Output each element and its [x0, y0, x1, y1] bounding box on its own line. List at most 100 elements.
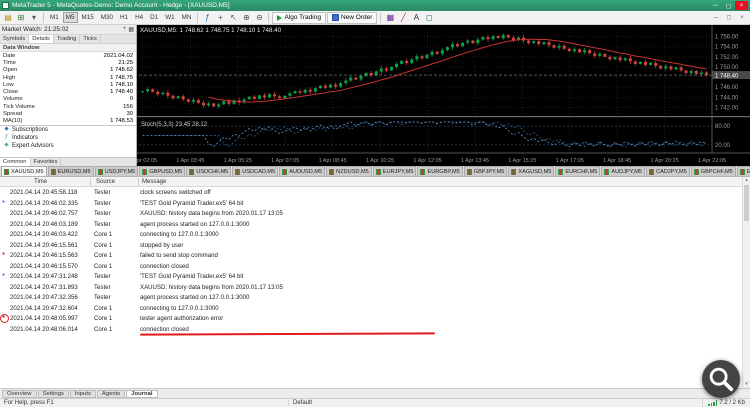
- data-window-row: MA(10)1 748.53: [0, 118, 136, 125]
- journal-row[interactable]: 2021.04.14 20:46:15.570Core 1connection …: [0, 261, 742, 272]
- timeframe-m5[interactable]: M5: [63, 12, 78, 23]
- chart-tab-xagusd-m5[interactable]: XAGUSD,M5: [508, 166, 554, 176]
- toolbox-tab-inputs[interactable]: Inputs: [70, 390, 96, 398]
- new-order-button[interactable]: New Order: [327, 12, 377, 24]
- scrollbar-thumb[interactable]: [744, 185, 749, 221]
- status-profile[interactable]: Default: [288, 400, 358, 406]
- journal-message: XAUUSD: history data begins from 2020.01…: [140, 284, 740, 291]
- chart-tab-xauusd-m5[interactable]: XAUUSD,M5: [1, 166, 47, 176]
- trendline-icon[interactable]: ╱: [397, 12, 409, 23]
- chart-area[interactable]: XAUUSD,M5: 1 748.62 1 748.75 1 748.10 1 …: [137, 25, 750, 166]
- chart-tab-usdcad-m5[interactable]: USDCAD,M5: [232, 166, 278, 176]
- market-watch-tab-details[interactable]: Details: [29, 35, 54, 43]
- journal-row[interactable]: 2021.04.14 20:45:58.118Testerclock scree…: [0, 187, 742, 198]
- chart-tab-nzdusd-m5[interactable]: NZDUSD,M5: [326, 166, 372, 176]
- child-restore-button[interactable]: ◻: [723, 12, 735, 23]
- journal-scrollbar[interactable]: ▴ ▾: [742, 177, 750, 388]
- journal-row[interactable]: 2021.04.14 20:46:15.561Core 1stopped by …: [0, 240, 742, 251]
- play-icon: [277, 15, 282, 21]
- market-watch-tab-ticks[interactable]: Ticks: [80, 35, 100, 43]
- timeframe-w1[interactable]: W1: [162, 12, 177, 23]
- market-watch-icon[interactable]: ▤: [2, 12, 14, 23]
- journal-message: connecting to 127.0.0.1:3000: [140, 305, 740, 312]
- close-button[interactable]: ×: [735, 1, 748, 10]
- toolbox-tab-agents[interactable]: Agents: [97, 390, 125, 398]
- chart-tab-usdjpy-m5[interactable]: USDJPY,M5: [95, 166, 139, 176]
- toolbar-separator: [380, 13, 381, 23]
- timeframe-m30[interactable]: M30: [98, 12, 116, 23]
- chart-tab-eurusd-m5[interactable]: EURUSD,M5: [48, 166, 94, 176]
- symbol-chart-icon[interactable]: ▦: [128, 26, 134, 33]
- timeframe-d1[interactable]: D1: [147, 12, 161, 23]
- toolbar-group-left: ▤⊞▾: [2, 12, 40, 23]
- indicators-icon[interactable]: ƒ: [201, 12, 213, 23]
- add-symbol-icon[interactable]: +: [123, 26, 127, 33]
- toolbox-tab-overview[interactable]: Overview: [2, 390, 37, 398]
- toolbox-tab-journal[interactable]: Journal: [126, 390, 157, 398]
- chart-tab-gbpjpy-m5[interactable]: GBPJPY,M5: [464, 166, 508, 176]
- chart-tab-eurjpy-m5[interactable]: EURJPY,M5: [373, 166, 417, 176]
- scroll-down-icon[interactable]: ▾: [743, 381, 750, 388]
- journal-row[interactable]: 2021.04.14 20:46:03.189Testeragent proce…: [0, 219, 742, 230]
- market-watch-tab-symbols[interactable]: Symbols: [0, 35, 29, 43]
- toolbox-tab-settings[interactable]: Settings: [38, 390, 69, 398]
- connection-bars-icon: [708, 400, 717, 406]
- chart-tab-gbpusd-m5[interactable]: GBPUSD,M5: [139, 166, 185, 176]
- minimize-button[interactable]: ─: [709, 1, 722, 10]
- journal-column-time[interactable]: Time: [34, 179, 47, 185]
- journal-row[interactable]: ●2021.04.14 20:48:05.997Core 1tester age…: [0, 313, 742, 324]
- navigator-item-expert-advisors[interactable]: ◈Expert Advisors: [0, 142, 136, 150]
- navigator-tab-favorites[interactable]: Favorites: [31, 158, 62, 166]
- market-watch-tab-trading[interactable]: Trading: [54, 35, 80, 43]
- crosshair-icon[interactable]: +: [214, 12, 226, 23]
- scroll-up-icon[interactable]: ▴: [743, 177, 750, 184]
- chart-tab-gbpchf-m5[interactable]: GBPCHF,M5: [691, 166, 736, 176]
- chart-tab-audjpy-m5[interactable]: AUDJPY,M5: [601, 166, 645, 176]
- tile-windows-icon[interactable]: ▦: [384, 12, 396, 23]
- chart-tab-label: XAGUSD,M5: [518, 169, 551, 175]
- journal-row[interactable]: ●2021.04.14 20:47:31.248Tester'TEST Gold…: [0, 271, 742, 282]
- chart-tab-eurchf-m5[interactable]: EURCHF,M5: [555, 166, 600, 176]
- journal-column-message[interactable]: Message: [142, 179, 166, 185]
- algo-trading-button[interactable]: Algo Trading: [272, 12, 326, 24]
- journal-row[interactable]: 2021.04.14 20:46:03.422Core 1connecting …: [0, 229, 742, 240]
- svg-text:1 Apr 12:05: 1 Apr 12:05: [413, 158, 441, 164]
- svg-text:1 Apr 13:45: 1 Apr 13:45: [461, 158, 489, 164]
- navigator-item-indicators[interactable]: ƒIndicators: [0, 134, 136, 142]
- chart-tab-audusd-m5[interactable]: AUDUSD,M5: [279, 166, 325, 176]
- navigator-item-subscriptions[interactable]: ◆Subscriptions: [0, 126, 136, 134]
- journal-row[interactable]: 2021.04.14 20:47:32.604Core 1connecting …: [0, 303, 742, 314]
- zoom-out-icon[interactable]: ⊖: [253, 12, 265, 23]
- shapes-icon[interactable]: ◻: [423, 12, 435, 23]
- journal-row[interactable]: ●2021.04.14 20:46:02.335Tester'TEST Gold…: [0, 198, 742, 209]
- chart-tab-cadjpy-m5[interactable]: CADJPY,M5: [646, 166, 690, 176]
- child-minimize-button[interactable]: ─: [710, 12, 722, 23]
- svg-text:1 744.00: 1 744.00: [715, 95, 739, 101]
- chart-tab-usdchf-m5[interactable]: USDCHF,M5: [186, 166, 231, 176]
- child-close-button[interactable]: ×: [736, 12, 748, 23]
- timeframe-m15[interactable]: M15: [79, 12, 97, 23]
- chart-tab-label: USDCHF,M5: [196, 169, 228, 175]
- svg-text:1 Apr 22:05: 1 Apr 22:05: [698, 158, 726, 164]
- journal-row[interactable]: 2021.04.14 20:47:31.893TesterXAUUSD: his…: [0, 282, 742, 293]
- chart-dropdown-icon[interactable]: ▾: [28, 12, 40, 23]
- timeframe-mn[interactable]: MN: [179, 12, 195, 23]
- timeframe-h4[interactable]: H4: [132, 12, 146, 23]
- maximize-button[interactable]: ◻: [722, 1, 735, 10]
- timeframe-h1[interactable]: H1: [117, 12, 131, 23]
- zoom-in-icon[interactable]: ⊕: [240, 12, 252, 23]
- journal-row[interactable]: 2021.04.14 20:46:02.757TesterXAUUSD: his…: [0, 208, 742, 219]
- chart-canvas[interactable]: 1 756.001 754.001 752.001 750.001 748.00…: [137, 25, 750, 166]
- text-label-icon[interactable]: A: [410, 12, 422, 23]
- journal-column-source[interactable]: Source: [96, 179, 115, 185]
- field-value: 1 748.40: [110, 89, 133, 95]
- chart-tab-eurgbp-m5[interactable]: EURGBP,M5: [417, 166, 462, 176]
- navigator-tab-common[interactable]: Common: [0, 158, 31, 166]
- chart-tab-eurcad-m5[interactable]: EURCAD,M5: [737, 166, 750, 176]
- new-chart-icon[interactable]: ⊞: [15, 12, 27, 23]
- timeframe-m1[interactable]: M1: [47, 12, 62, 23]
- journal-row[interactable]: 2021.04.14 20:47:32.356Testeragent proce…: [0, 292, 742, 303]
- cursor-icon[interactable]: ↖: [227, 12, 239, 23]
- app-icon: [2, 2, 9, 9]
- journal-row[interactable]: ●2021.04.14 20:46:15.563Core 1failed to …: [0, 250, 742, 261]
